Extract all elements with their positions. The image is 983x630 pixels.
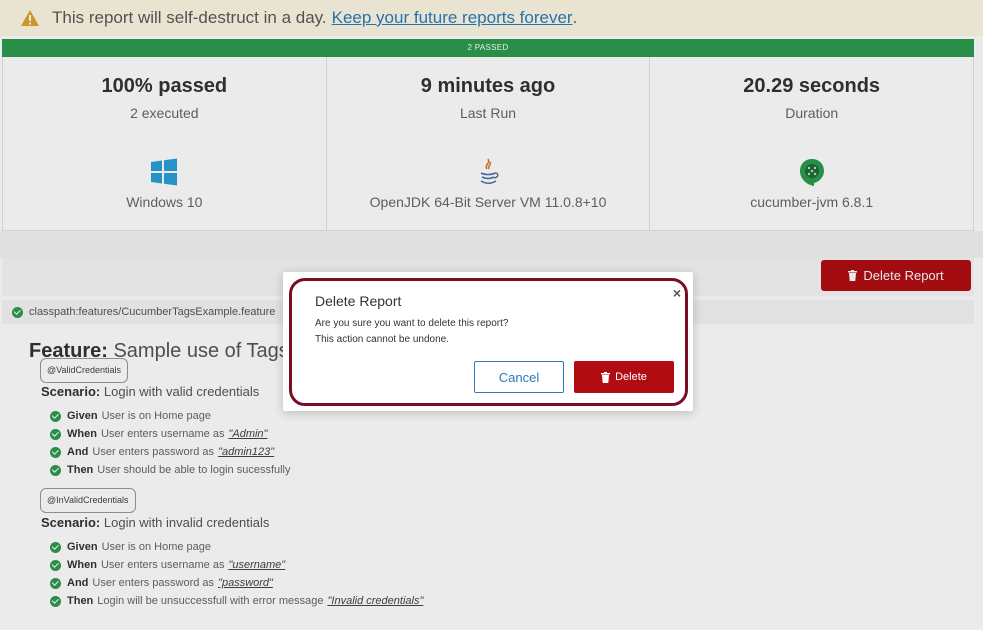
close-icon[interactable]: × [673, 285, 681, 301]
confirm-delete-label: Delete [615, 371, 647, 383]
dialog-title: Delete Report [315, 293, 402, 309]
dialog-message: Are you sure you want to delete this rep… [315, 318, 509, 329]
dialog-warning: This action cannot be undone. [315, 334, 449, 345]
delete-report-dialog: Delete Report × Are you sure you want to… [283, 272, 693, 411]
trash-icon [601, 371, 611, 383]
confirm-delete-button[interactable]: Delete [574, 361, 674, 393]
cancel-button[interactable]: Cancel [474, 361, 564, 393]
